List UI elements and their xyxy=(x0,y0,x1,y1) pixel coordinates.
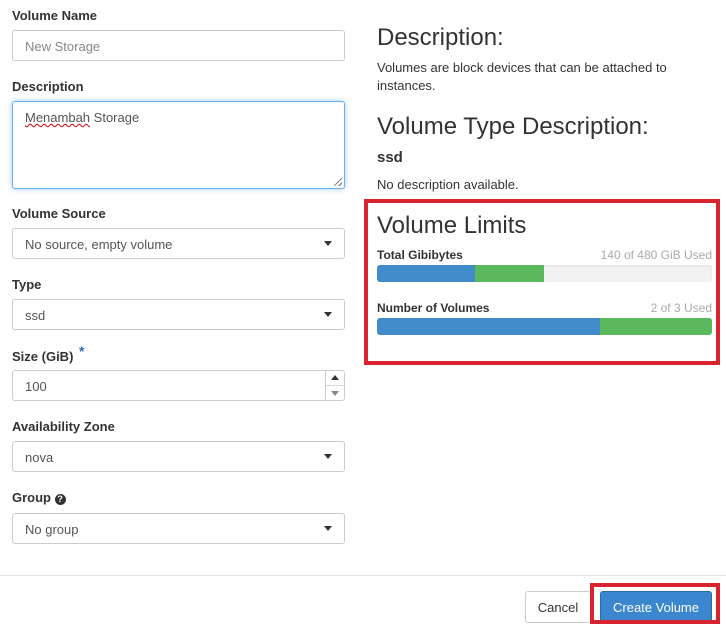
size-label: Size (GiB) * xyxy=(12,343,84,364)
size-stepper[interactable] xyxy=(325,371,344,400)
required-marker: * xyxy=(79,343,85,359)
volume-type-heading: Volume Type Description: xyxy=(377,113,649,140)
decrement-arrow-icon[interactable] xyxy=(326,386,344,400)
type-value: ssd xyxy=(25,308,46,323)
group-select[interactable]: No group xyxy=(12,513,345,544)
resize-grip-icon[interactable] xyxy=(334,178,342,186)
group-label: Group ? xyxy=(12,490,66,505)
footer-divider xyxy=(0,575,726,576)
increment-arrow-icon[interactable] xyxy=(326,371,344,386)
chevron-down-icon xyxy=(324,241,332,246)
description-heading: Description: xyxy=(377,24,504,51)
volume-source-label: Volume Source xyxy=(12,206,106,221)
description-textarea[interactable]: Menambah Storage xyxy=(12,101,345,189)
create-volume-highlight xyxy=(590,583,720,624)
chevron-down-icon xyxy=(324,526,332,531)
volume-limits-highlight xyxy=(364,199,720,365)
availability-zone-label: Availability Zone xyxy=(12,419,115,434)
size-label-text: Size (GiB) xyxy=(12,349,74,364)
volume-name-placeholder: New Storage xyxy=(25,39,101,54)
volume-source-select[interactable]: No source, empty volume xyxy=(12,228,345,259)
type-label: Type xyxy=(12,277,42,292)
description-label: Description xyxy=(12,79,84,94)
chevron-down-icon xyxy=(324,312,332,317)
type-select[interactable]: ssd xyxy=(12,299,345,330)
volume-type-name: ssd xyxy=(377,149,403,166)
description-value-misspelled-word: Menambah xyxy=(25,110,91,125)
description-text: Volumes are block devices that can be at… xyxy=(377,60,667,93)
size-input[interactable]: 100 xyxy=(12,370,345,401)
volume-source-value: No source, empty volume xyxy=(25,237,173,252)
size-value: 100 xyxy=(25,379,47,394)
description-value-rest: Storage xyxy=(90,110,140,125)
volume-name-input[interactable]: New Storage xyxy=(12,30,345,61)
volume-type-text: No description available. xyxy=(377,177,519,192)
question-circle-icon[interactable]: ? xyxy=(54,494,66,505)
chevron-down-icon xyxy=(324,454,332,459)
availability-zone-select[interactable]: nova xyxy=(12,441,345,472)
availability-zone-value: nova xyxy=(25,450,54,465)
cancel-button[interactable]: Cancel xyxy=(525,591,591,623)
group-value: No group xyxy=(25,522,79,537)
group-label-text: Group xyxy=(12,490,51,505)
volume-name-label: Volume Name xyxy=(12,8,98,23)
description-value: Menambah Storage xyxy=(25,110,139,125)
